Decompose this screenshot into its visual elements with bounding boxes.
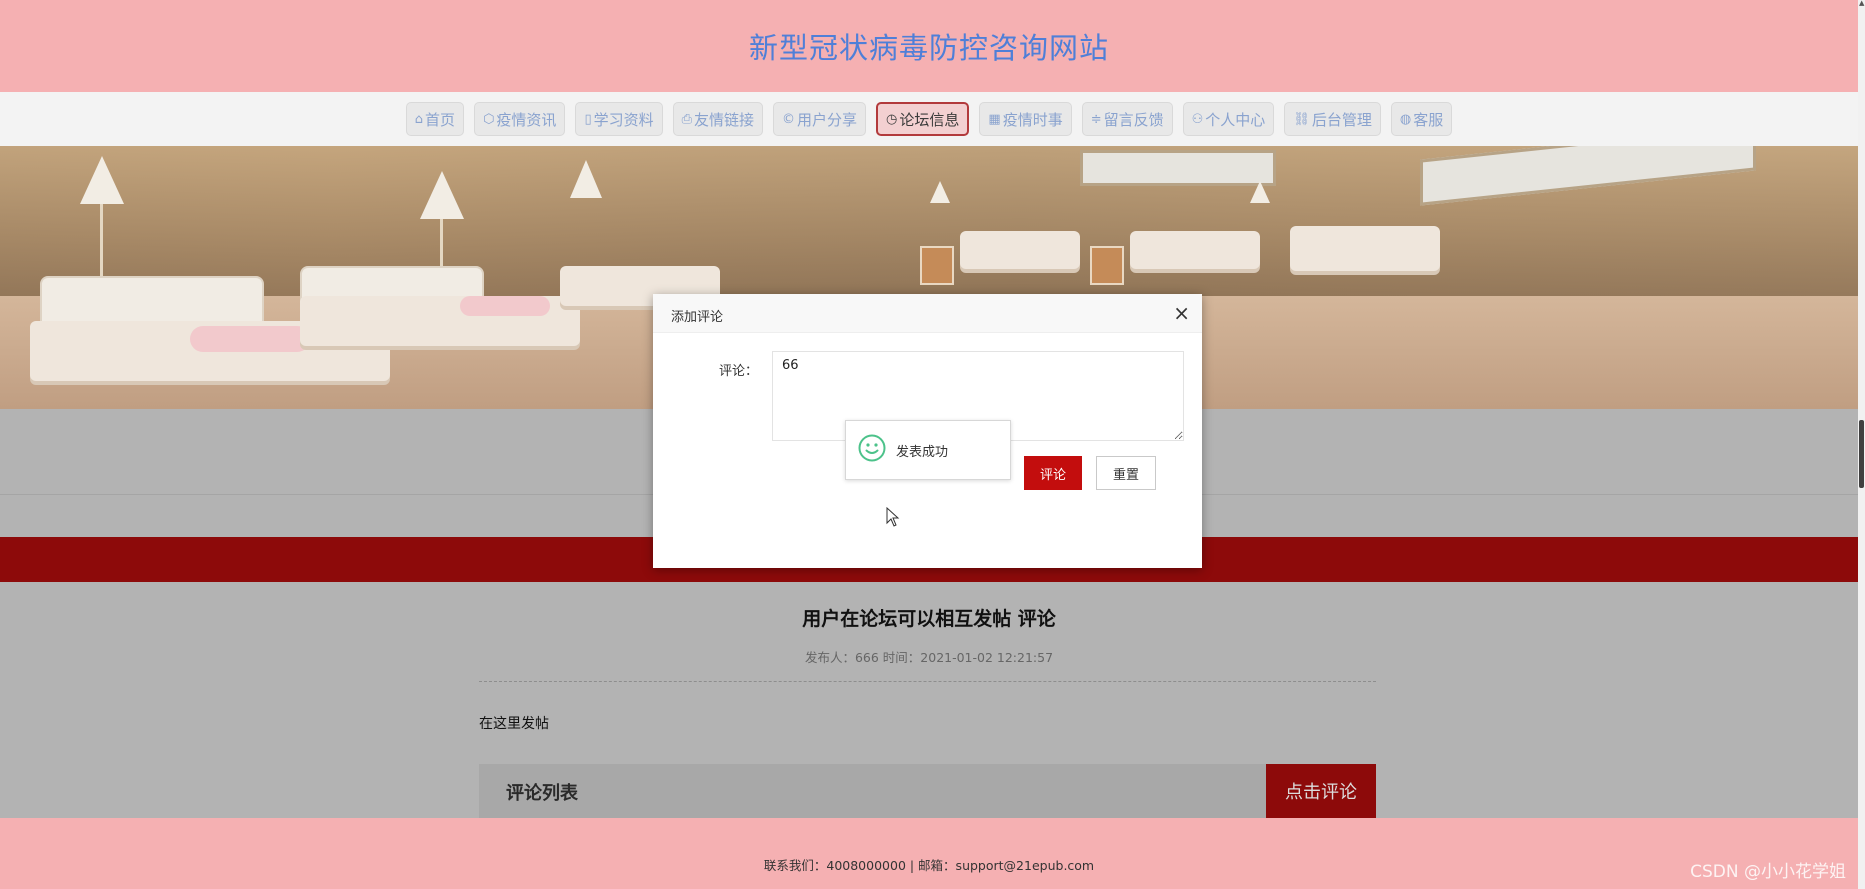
site-footer: 联系我们：4008000000 | 邮箱：support@21epub.com: [0, 818, 1858, 889]
reset-button[interactable]: 重置: [1096, 456, 1156, 490]
nav-item-3[interactable]: ⎙ 友情链接: [672, 102, 764, 136]
scroll-thumb[interactable]: [1859, 420, 1864, 488]
copyright-icon: ©: [782, 111, 796, 127]
box-icon: ⬡: [483, 111, 495, 127]
nav-item-5[interactable]: ◷ 论坛信息: [876, 102, 970, 136]
mouse-cursor-icon: [886, 506, 900, 531]
printer-icon: ⎙: [681, 111, 693, 127]
nav-item-8[interactable]: ⚇ 个人中心: [1182, 102, 1275, 136]
add-comment-button[interactable]: 点击评论: [1266, 764, 1376, 818]
nav-item-label: 学习资料: [593, 110, 654, 129]
nav-item-label: 用户分享: [797, 110, 858, 129]
nav-item-label: 疫情资讯: [496, 110, 557, 129]
nav-item-6[interactable]: ▦ 疫情时事: [979, 102, 1072, 136]
nav-item-0[interactable]: ⌂ 首页: [405, 102, 465, 136]
link-icon: ⛓: [1293, 111, 1310, 127]
main-nav: ⌂ 首页 ⬡ 疫情资讯 ▯ 学习资料 ⎙ 友情链接 © 用户分享 ◷ 论坛信息 ▦ 疫情时事 ≑ 留言反馈 ⚇ 个…: [0, 92, 1858, 146]
post-body: 在这里发帖: [479, 716, 549, 732]
close-icon[interactable]: ×: [1173, 301, 1190, 325]
nav-item-label: 疫情时事: [1002, 110, 1063, 129]
clock-icon: ◷: [886, 111, 898, 127]
site-header: 新型冠状病毒防控咨询网站: [0, 0, 1858, 92]
home-icon: ⌂: [414, 111, 424, 127]
nav-item-label: 留言反馈: [1103, 110, 1164, 129]
footer-contact: 联系我们：4008000000 | 邮箱：support@21epub.com: [763, 858, 1095, 873]
service-icon: ◍: [1399, 111, 1412, 127]
post-divider: [479, 681, 1376, 682]
comment-list-title: 评论列表: [506, 783, 578, 804]
nav-item-9[interactable]: ⛓ 后台管理: [1284, 102, 1381, 136]
comment-list-header: 评论列表 点击评论: [479, 764, 1376, 818]
add-comment-dialog: 添加评论 × 评论： 66 评论 重置 发表成功: [653, 294, 1202, 568]
nav-item-label: 首页: [425, 110, 456, 129]
nav-item-2[interactable]: ▯ 学习资料: [575, 102, 663, 136]
nav-item-label: 个人中心: [1205, 110, 1266, 129]
nav-item-label: 论坛信息: [899, 110, 960, 129]
watermark: CSDN @小小花学姐: [1690, 862, 1846, 882]
user-icon: ⚇: [1191, 111, 1204, 127]
toast-message: 发表成功: [896, 444, 949, 460]
submit-comment-button[interactable]: 评论: [1024, 456, 1082, 490]
nav-item-label: 友情链接: [694, 110, 755, 129]
site-title: 新型冠状病毒防控咨询网站: [748, 31, 1109, 65]
scroll-up-arrow-icon[interactable]: ▲: [1859, 0, 1864, 7]
nav-item-1[interactable]: ⬡ 疫情资讯: [474, 102, 566, 136]
book-icon: ▯: [584, 111, 592, 127]
page-scrollbar[interactable]: ▲: [1858, 0, 1865, 889]
success-toast: 发表成功: [845, 420, 1011, 480]
sliders-icon: ≑: [1090, 111, 1102, 127]
dialog-header: 添加评论 ×: [653, 294, 1202, 333]
nav-item-4[interactable]: © 用户分享: [773, 102, 867, 136]
nav-item-label: 后台管理: [1311, 110, 1372, 129]
comment-field-label: 评论：: [719, 364, 759, 379]
smile-icon: [858, 434, 886, 466]
dialog-title: 添加评论: [671, 310, 724, 325]
nav-item-label: 客服: [1413, 110, 1444, 129]
nav-item-10[interactable]: ◍ 客服: [1390, 102, 1453, 136]
post-meta: 发布人：666 时间：2021-01-02 12:21:57: [804, 650, 1054, 665]
nav-item-7[interactable]: ≑ 留言反馈: [1081, 102, 1173, 136]
calendar-icon: ▦: [988, 111, 1001, 127]
post-title: 用户在论坛可以相互发帖 评论: [802, 608, 1056, 630]
